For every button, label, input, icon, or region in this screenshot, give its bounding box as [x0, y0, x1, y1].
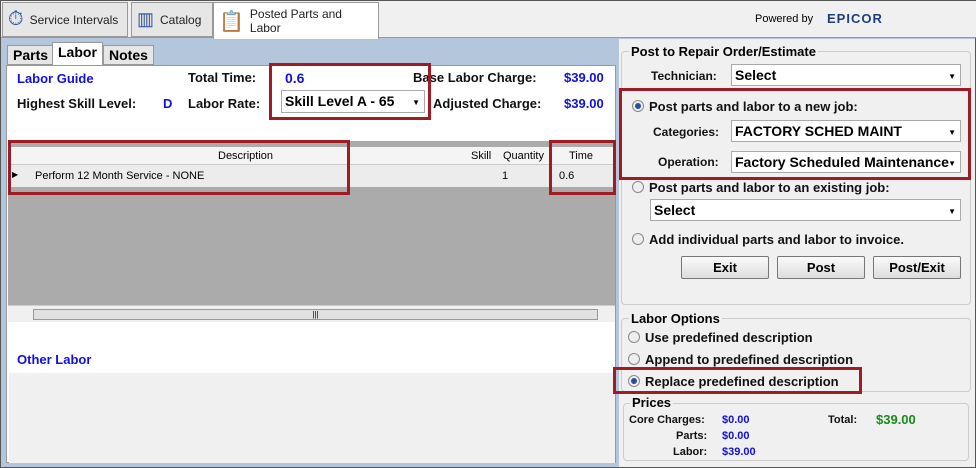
clipboard-icon: 📋: [219, 10, 244, 33]
adjusted-charge-value: $39.00: [564, 96, 604, 111]
technician-select[interactable]: Select ▼: [731, 64, 961, 86]
binders-icon: ▥: [137, 9, 155, 29]
existing-job-select[interactable]: Select ▼: [650, 199, 961, 221]
horizontal-scrollbar[interactable]: |||: [8, 305, 615, 322]
post-button[interactable]: Post: [777, 256, 865, 279]
highest-skill-value: D: [163, 96, 173, 111]
total-time-label: Total Time:: [188, 70, 257, 85]
labor-guide-link[interactable]: Labor Guide: [17, 71, 94, 86]
highlight-box: [269, 63, 431, 120]
scroll-thumb[interactable]: |||: [33, 309, 598, 320]
exit-button[interactable]: Exit: [681, 256, 769, 279]
subtab-notes[interactable]: Notes: [103, 45, 154, 65]
col-quantity[interactable]: Quantity: [503, 150, 544, 162]
highlight-box: [8, 140, 350, 195]
tab-catalog[interactable]: ▥ Catalog: [131, 2, 213, 37]
post-exit-button[interactable]: Post/Exit: [873, 256, 961, 279]
base-charge-label: Base Labor Charge:: [413, 70, 537, 85]
tab-service-intervals[interactable]: ⏱ Service Intervals: [2, 2, 128, 37]
chevron-down-icon: ▼: [948, 207, 956, 216]
labor-rate-label: Labor Rate:: [188, 96, 261, 111]
use-predefined-radio[interactable]: Use predefined description: [628, 330, 813, 345]
col-skill[interactable]: Skill: [471, 150, 491, 162]
highest-skill-label: Highest Skill Level:: [17, 96, 137, 111]
subtab-labor[interactable]: Labor: [52, 42, 103, 65]
adjusted-charge-label: Adjusted Charge:: [433, 96, 542, 111]
existing-job-radio[interactable]: Post parts and labor to an existing job:: [632, 180, 890, 195]
highlight-box: [613, 367, 862, 394]
powered-by: Powered by: [755, 13, 814, 25]
append-predefined-radio[interactable]: Append to predefined description: [628, 352, 853, 367]
tab-posted-parts-labor[interactable]: 📋 Posted Parts and Labor: [213, 2, 379, 39]
base-charge-value: $39.00: [564, 70, 604, 85]
highlight-box: [549, 140, 616, 195]
post-title: Post to Repair Order/Estimate: [629, 44, 818, 59]
other-labor-label: Other Labor: [17, 352, 92, 367]
chevron-down-icon: ▼: [948, 72, 956, 81]
epicor-logo: EPICOR: [827, 11, 883, 26]
wrench-clock-icon: ⏱: [8, 8, 24, 30]
individual-radio[interactable]: Add individual parts and labor to invoic…: [632, 232, 904, 247]
subtab-parts[interactable]: Parts: [7, 45, 55, 65]
highlight-box: [619, 88, 971, 180]
total-value: $39.00: [876, 412, 916, 427]
other-labor-textarea[interactable]: [9, 373, 615, 463]
